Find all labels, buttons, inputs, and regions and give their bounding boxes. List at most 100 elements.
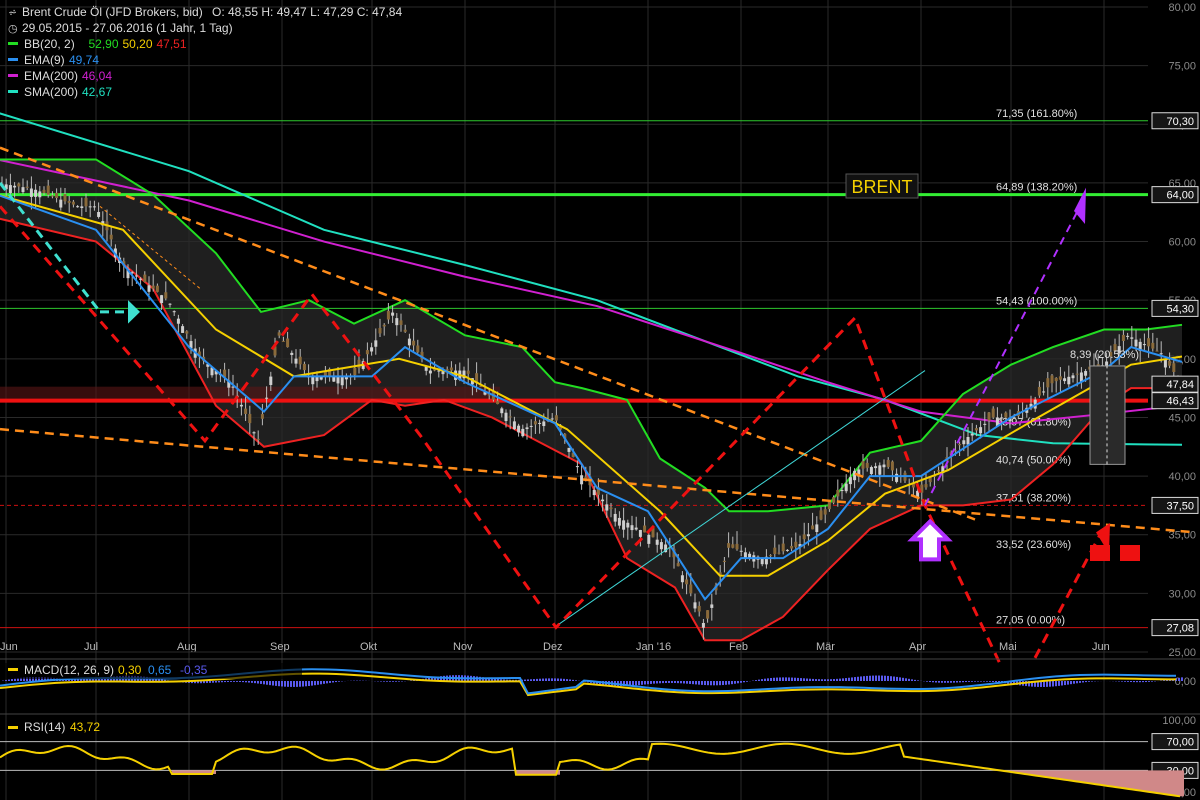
macd-hist-bar: [722, 681, 724, 686]
candle-body: [735, 543, 739, 550]
macd-hist-bar: [677, 681, 679, 684]
macd-hist-bar: [1145, 681, 1147, 683]
macd-hist-bar: [878, 675, 880, 681]
candle-body: [1142, 344, 1146, 346]
rsi-label: RSI(14): [24, 720, 65, 734]
instrument-title: Brent Crude Öl (JFD Brokers, bid): [22, 5, 203, 19]
candle-body: [1058, 376, 1062, 380]
macd-hist-bar: [1163, 680, 1165, 681]
candle-body: [811, 525, 815, 530]
candle-body: [1012, 417, 1016, 419]
candle-body: [382, 324, 386, 327]
macd-hist-bar: [794, 677, 796, 681]
indicator-swatch: [8, 42, 18, 45]
macd-hist-bar: [947, 681, 949, 683]
rsi-oversold-fill: [1160, 770, 1164, 794]
macd-hist-bar: [884, 675, 886, 681]
macd-hist-bar: [1181, 677, 1183, 681]
macd-hist-bar: [1139, 681, 1141, 683]
candle-body: [34, 189, 38, 197]
brent-chart: Jun Jul Aug Sep Okt Nov Dez Jan '16 Feb Mär Apr Mai…: [0, 0, 1200, 800]
candle-body: [622, 520, 626, 530]
macd-hist-bar: [221, 681, 223, 683]
macd-hist-bar: [1091, 681, 1093, 682]
macd-hist-bar: [938, 681, 940, 683]
macd-hist-bar: [986, 681, 988, 682]
candle-body: [281, 340, 285, 342]
candle-body: [617, 517, 621, 526]
candle-body: [508, 416, 512, 418]
x-tick-label: Mai: [999, 641, 1017, 653]
macd-hist-bar: [983, 681, 985, 682]
macd-hist-bar: [635, 681, 637, 686]
rsi-tag: 70,00: [1166, 737, 1194, 749]
candle-body: [580, 475, 584, 485]
x-tick-label: Mär: [816, 641, 835, 653]
y-tick-label: 45,00: [1168, 412, 1196, 424]
macd-hist-bar: [776, 677, 778, 681]
fib-level-label: 54,43 (100.00%): [996, 295, 1077, 307]
candle-body: [63, 194, 67, 202]
macd-hist-bar: [1148, 681, 1150, 682]
rsi-oversold-fill: [1144, 770, 1148, 792]
red-block: [1120, 545, 1140, 561]
macd-hist-bar: [743, 681, 745, 683]
macd-hist-bar: [395, 681, 397, 682]
candle-body: [176, 318, 180, 324]
macd-hist-bar: [287, 681, 289, 687]
macd-hist-bar: [740, 681, 742, 683]
candle-body: [8, 185, 12, 193]
macd-hist-bar: [674, 681, 676, 684]
rsi-oversold-fill: [1132, 770, 1136, 790]
candle-body: [794, 541, 798, 548]
candle-body: [1000, 417, 1004, 419]
macd-hist-bar: [965, 681, 967, 683]
rsi-oversold-fill: [1068, 770, 1072, 781]
macd-hist-bar: [848, 677, 850, 681]
macd-hist-bar: [1124, 681, 1126, 682]
candle-body: [46, 185, 50, 195]
macd-hist-bar: [995, 681, 997, 683]
macd-hist-bar: [1073, 681, 1075, 684]
rsi-oversold-fill: [1116, 770, 1120, 788]
candle-body: [647, 534, 651, 544]
macd-hist-bar: [836, 678, 838, 681]
measure-label: 8,39 (20.53%): [1070, 349, 1139, 361]
macd-hist-bar: [953, 681, 955, 683]
macd-hist-bar: [551, 678, 553, 681]
macd-hist-bar: [539, 678, 541, 681]
macd-hist-bar: [806, 678, 808, 681]
candle-body: [966, 437, 970, 445]
candle-body: [365, 350, 369, 355]
macd-hist-bar: [212, 681, 214, 683]
macd-hist-bar: [566, 679, 568, 681]
candle-body: [412, 340, 416, 346]
rsi-oversold-fill: [1076, 770, 1080, 782]
candle-body: [1121, 334, 1125, 341]
candle-body: [374, 340, 378, 347]
candle-body: [987, 412, 991, 421]
candle-body: [601, 499, 605, 502]
candle-body: [836, 489, 840, 497]
candle-body: [848, 477, 852, 485]
macd-hist-bar: [8, 679, 10, 681]
y-tick-label: 30,00: [1168, 588, 1196, 600]
candle-body: [29, 188, 33, 197]
candle-body: [575, 466, 579, 468]
macd-hist-bar: [989, 681, 991, 682]
x-tick-label: Apr: [909, 641, 926, 653]
macd-hist-bar: [746, 681, 748, 682]
candle-body: [134, 275, 138, 277]
candle-body: [1037, 386, 1041, 396]
price-tag: 54,30: [1166, 303, 1194, 315]
candle-body: [693, 602, 697, 609]
macd-hist-bar: [797, 677, 799, 681]
candle-body: [1126, 335, 1130, 337]
x-tick-label: Jun: [0, 641, 18, 653]
macd-hist-bar: [956, 681, 958, 683]
candle-body: [840, 489, 844, 491]
candle-body: [727, 543, 731, 548]
candle-body: [256, 438, 260, 440]
fib-level-label: 33,52 (23.60%): [996, 539, 1071, 551]
candle-body: [302, 363, 306, 371]
